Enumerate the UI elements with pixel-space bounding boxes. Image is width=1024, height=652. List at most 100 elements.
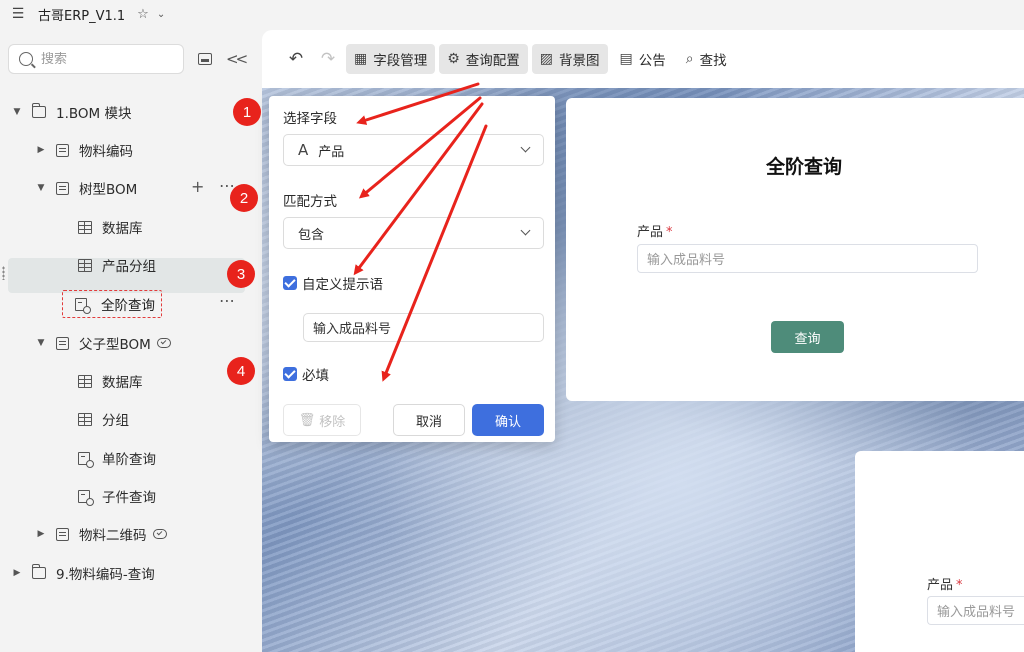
confirm-button[interactable]: 确认 (472, 404, 544, 436)
folder-icon (31, 103, 46, 118)
caret-down-icon[interactable]: ▼ (36, 338, 46, 348)
custom-hint-checkbox-row[interactable]: 自定义提示语 (283, 273, 383, 293)
tree-item-label: 子件查询 (102, 490, 156, 506)
tree-item-material-query[interactable]: ▶ 9.物料编码-查询 (12, 557, 155, 589)
list-icon (56, 336, 69, 350)
search-box[interactable] (8, 44, 184, 74)
tree-item-parent-child-bom[interactable]: ▼ 父子型BOM (36, 327, 171, 359)
caret-right-icon[interactable]: ▶ (36, 529, 46, 539)
image-icon: ▨ (539, 51, 554, 67)
add-icon[interactable]: + (191, 177, 204, 196)
caret-down-icon[interactable]: ▼ (36, 183, 46, 193)
list-icon (56, 143, 69, 157)
tree-item-label: 父子型BOM (79, 337, 151, 353)
match-mode-dropdown[interactable]: 包含 (283, 217, 544, 249)
cloud-sync-icon (156, 338, 171, 348)
select-field-dropdown[interactable]: A 产品 (283, 134, 544, 166)
find-button[interactable]: ⌕ 查找 (678, 44, 735, 74)
required-checkbox[interactable] (283, 367, 297, 381)
search-input[interactable] (41, 51, 171, 67)
table-icon (78, 258, 92, 272)
redo-icon[interactable]: ↷ (314, 49, 342, 69)
query-button[interactable]: 查询 (771, 321, 844, 353)
cancel-button-label: 取消 (415, 414, 442, 430)
tree-item-product-group[interactable]: 产品分组 (68, 249, 156, 281)
confirm-button-label: 确认 (494, 414, 521, 430)
match-mode-label: 匹配方式 (283, 194, 337, 210)
tree-item-full-query[interactable]: 全阶查询 (62, 288, 162, 320)
caret-down-icon[interactable]: ▼ (12, 107, 22, 117)
required-label: 必填 (302, 368, 329, 384)
custom-hint-value: 输入成品料号 (313, 322, 392, 337)
tree-item-label: 单阶查询 (102, 452, 156, 468)
tree-item-material-code[interactable]: ▶ 物料编码 (36, 134, 133, 166)
tree-item-label: 分组 (102, 413, 129, 429)
more-icon[interactable]: ⋯ (219, 291, 235, 310)
form-title: 全阶查询 (766, 156, 843, 178)
remove-button[interactable]: 🗑 移除 (283, 404, 361, 436)
text-field-icon: A (298, 141, 309, 159)
field-manage-button[interactable]: ▦ 字段管理 (346, 44, 436, 74)
drag-handle-icon[interactable] (2, 266, 5, 280)
select-field-value: 产品 (318, 144, 345, 160)
tree-item-material-qr[interactable]: ▶ 物料二维码 (36, 518, 167, 550)
custom-hint-input[interactable]: 输入成品料号 (303, 313, 544, 342)
custom-hint-label: 自定义提示语 (302, 277, 383, 293)
caret-right-icon[interactable]: ▶ (12, 568, 22, 578)
custom-hint-checkbox[interactable] (283, 276, 297, 290)
callout-badge-4: 4 (227, 357, 255, 385)
required-mark: * (956, 578, 963, 593)
grid-icon: ▦ (354, 51, 368, 67)
tree-item-database[interactable]: 数据库 (68, 211, 143, 243)
tree-item-database-2[interactable]: 数据库 (68, 365, 143, 397)
cloud-sync-icon (152, 529, 167, 539)
sidebar-search-row: << (8, 44, 248, 74)
background-label: 背景图 (559, 53, 600, 69)
tree-item-label: 物料编码 (79, 144, 133, 160)
query-config-button[interactable]: ⚙ 查询配置 (439, 44, 528, 74)
notice-icon: ▤ (619, 51, 633, 67)
product-input[interactable]: 输入成品料号 (637, 244, 978, 273)
tree-item-label: 9.物料编码-查询 (56, 567, 155, 583)
tree-item-component-query[interactable]: 子件查询 (68, 480, 156, 512)
cancel-button[interactable]: 取消 (393, 404, 465, 436)
field-label-text: 产品 (927, 578, 954, 593)
product-input-2[interactable]: 输入成品料号 (927, 596, 1024, 625)
query-button-label: 查询 (794, 331, 821, 347)
callout-badge-1: 1 (233, 98, 261, 126)
tree-item-label: 数据库 (102, 221, 143, 237)
table-icon (78, 220, 92, 234)
required-mark: * (666, 225, 673, 240)
tree-item-label: 树型BOM (79, 182, 138, 198)
tree-item-label: 产品分组 (102, 259, 156, 275)
tree-item-group[interactable]: 分组 (68, 403, 129, 435)
star-icon[interactable]: ☆ (137, 7, 149, 22)
list-icon (56, 527, 69, 541)
caret-right-icon[interactable]: ▶ (36, 145, 46, 155)
tree-item-tree-bom[interactable]: ▼ 树型BOM (36, 172, 137, 204)
search-icon: ⌕ (685, 51, 694, 67)
field-config-popup: 选择字段 A 产品 匹配方式 包含 自定义提示语 输入成品料号 必填 🗑 移除 … (269, 96, 555, 442)
undo-icon[interactable]: ↶ (282, 49, 310, 69)
menu-icon[interactable]: ☰ (10, 6, 26, 22)
chevron-down-icon (520, 225, 531, 236)
list-icon (56, 181, 69, 195)
background-button[interactable]: ▨ 背景图 (531, 44, 608, 74)
tree-item-single-query[interactable]: 单阶查询 (68, 442, 156, 474)
tree-item-label: 数据库 (102, 375, 143, 391)
panel-toggle-icon[interactable] (198, 53, 212, 65)
callout-badge-3: 3 (227, 260, 255, 288)
selected-item-highlight: 全阶查询 (62, 290, 162, 318)
folder-icon (31, 564, 46, 579)
collapse-sidebar-icon[interactable]: << (226, 50, 248, 68)
required-checkbox-row[interactable]: 必填 (283, 364, 329, 384)
notice-button[interactable]: ▤ 公告 (612, 44, 674, 74)
query-icon (78, 451, 94, 468)
toolbar: ↶ ↷ ▦ 字段管理 ⚙ 查询配置 ▨ 背景图 ▤ 公告 ⌕ 查找 (262, 30, 1024, 88)
tree-item-bom-module[interactable]: ▼ 1.BOM 模块 (12, 96, 131, 128)
table-icon (78, 374, 92, 388)
search-icon (19, 52, 33, 66)
product-input-placeholder: 输入成品料号 (647, 253, 726, 268)
field-label-product: 产品 * (637, 221, 673, 240)
chevron-down-icon[interactable]: ⌄ (157, 9, 165, 20)
